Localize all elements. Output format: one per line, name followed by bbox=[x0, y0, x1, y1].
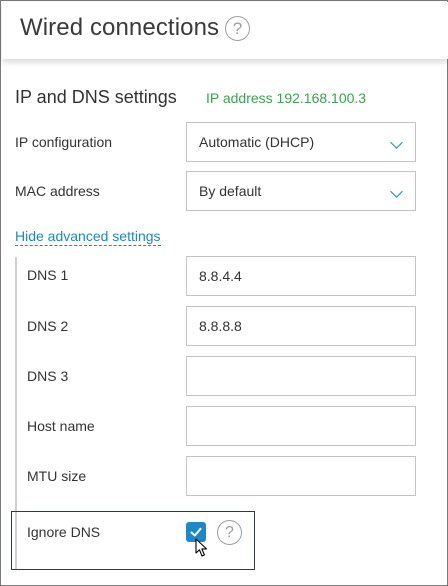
dns2-input[interactable] bbox=[199, 307, 403, 345]
dns3-field[interactable] bbox=[186, 356, 416, 396]
mac-address-select[interactable]: By default bbox=[186, 171, 416, 211]
mtu-size-input[interactable] bbox=[199, 457, 403, 495]
dns3-input[interactable] bbox=[199, 357, 403, 395]
help-icon[interactable]: ? bbox=[225, 16, 250, 41]
dns3-label: DNS 3 bbox=[27, 368, 69, 384]
mac-address-label: MAC address bbox=[15, 183, 100, 199]
dns1-field[interactable] bbox=[186, 256, 416, 296]
host-name-input[interactable] bbox=[199, 407, 403, 445]
ip-configuration-value: Automatic (DHCP) bbox=[199, 134, 315, 150]
mtu-size-label: MTU size bbox=[27, 468, 87, 484]
section-title: IP and DNS settings bbox=[15, 87, 177, 107]
settings-panel: Wired connections ? IP and DNS settings … bbox=[0, 0, 448, 586]
page-title: Wired connections bbox=[20, 14, 220, 41]
dns1-label: DNS 1 bbox=[27, 267, 69, 283]
ip-configuration-label: IP configuration bbox=[15, 134, 113, 150]
dns2-field[interactable] bbox=[186, 306, 416, 346]
mouse-pointer-icon bbox=[195, 538, 208, 557]
ignore-dns-label: Ignore DNS bbox=[27, 524, 101, 540]
ip-address-status: IP address 192.168.100.3 bbox=[206, 90, 367, 106]
ignore-dns-highlight bbox=[11, 511, 255, 570]
chevron-down-icon bbox=[390, 136, 403, 149]
ip-configuration-select[interactable]: Automatic (DHCP) bbox=[186, 122, 416, 162]
hide-advanced-settings-link[interactable]: Hide advanced settings bbox=[15, 228, 161, 246]
page-header: Wired connections ? bbox=[2, 2, 448, 59]
dns2-label: DNS 2 bbox=[27, 318, 69, 334]
chevron-down-icon bbox=[390, 185, 403, 198]
mac-address-value: By default bbox=[199, 183, 262, 199]
host-name-field[interactable] bbox=[186, 406, 416, 446]
dns1-input[interactable] bbox=[199, 257, 403, 295]
host-name-label: Host name bbox=[27, 418, 95, 434]
checkmark-icon bbox=[190, 527, 202, 537]
ignore-dns-help-icon[interactable]: ? bbox=[217, 520, 242, 545]
mtu-size-field[interactable] bbox=[186, 456, 416, 496]
